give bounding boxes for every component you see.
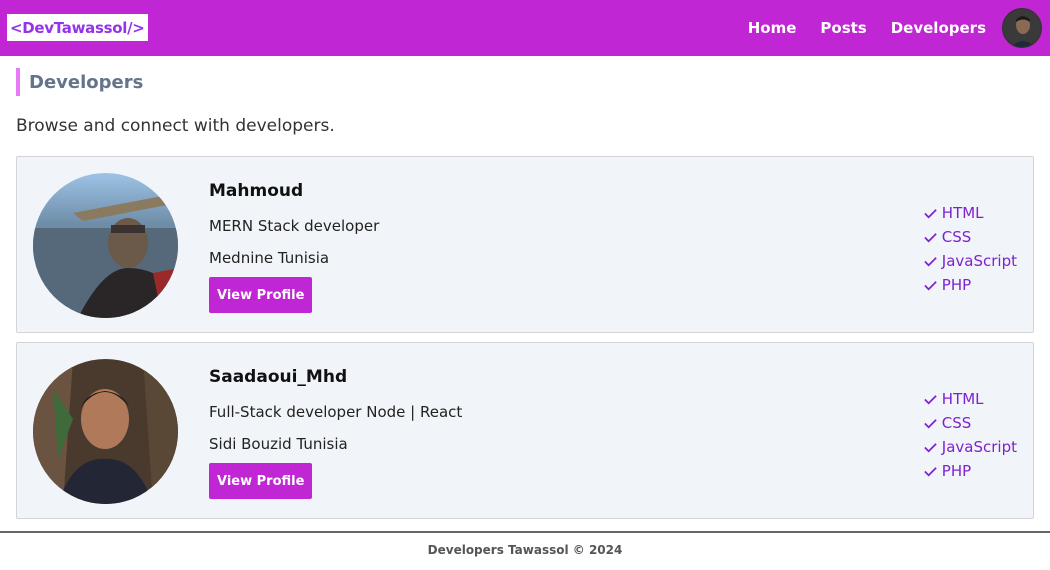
skill-label: CSS [941, 228, 972, 246]
check-icon [924, 280, 937, 290]
nav-links: Home Posts Developers [748, 0, 986, 56]
skill-item: JavaScript [923, 435, 1017, 459]
check-icon [924, 208, 937, 218]
nav-posts-link[interactable]: Posts [820, 19, 866, 37]
developer-location: Sidi Bouzid Tunisia [209, 435, 348, 453]
check-icon [924, 256, 937, 266]
skills-list: HTML CSS JavaScript PHP [923, 201, 1017, 297]
skill-label: HTML [941, 390, 984, 408]
brand-logo[interactable]: <DevTawassol/> [7, 14, 148, 41]
page-description: Browse and connect with developers. [16, 116, 335, 136]
skill-item: HTML [923, 201, 1017, 225]
check-icon [924, 418, 937, 428]
skill-item: HTML [923, 387, 1017, 411]
skill-label: JavaScript [941, 438, 1017, 456]
developer-status: MERN Stack developer [209, 217, 380, 235]
skill-item: CSS [923, 225, 1017, 249]
check-icon [924, 466, 937, 476]
developer-card: Mahmoud MERN Stack developer Mednine Tun… [16, 156, 1034, 333]
skill-label: PHP [941, 462, 972, 480]
view-profile-button[interactable]: View Profile [209, 277, 313, 313]
developer-avatar [33, 359, 178, 504]
skill-item: PHP [923, 273, 1017, 297]
user-avatar[interactable] [1002, 8, 1042, 48]
footer-divider [0, 531, 1050, 533]
skill-item: CSS [923, 411, 1017, 435]
developer-name: Saadaoui_Mhd [209, 367, 348, 387]
developer-avatar [33, 173, 178, 318]
skill-item: PHP [923, 459, 1017, 483]
page-title: Developers [16, 68, 143, 96]
footer-text: Developers Tawassol © 2024 [427, 543, 623, 557]
skill-item: JavaScript [923, 249, 1017, 273]
view-profile-button[interactable]: View Profile [209, 463, 313, 499]
developer-card: Saadaoui_Mhd Full-Stack developer Node |… [16, 342, 1034, 519]
navbar: <DevTawassol/> Home Posts Developers [0, 0, 1050, 56]
skill-label: PHP [941, 276, 972, 294]
developer-location: Mednine Tunisia [209, 249, 330, 267]
check-icon [924, 442, 937, 452]
check-icon [924, 394, 937, 404]
skill-label: JavaScript [941, 252, 1017, 270]
nav-home-link[interactable]: Home [748, 19, 797, 37]
developer-status: Full-Stack developer Node | React [209, 403, 463, 421]
nav-developers-link[interactable]: Developers [891, 19, 986, 37]
skill-label: HTML [941, 204, 984, 222]
skills-list: HTML CSS JavaScript PHP [923, 387, 1017, 483]
skill-label: CSS [941, 414, 972, 432]
developer-name: Mahmoud [209, 181, 304, 201]
check-icon [924, 232, 937, 242]
